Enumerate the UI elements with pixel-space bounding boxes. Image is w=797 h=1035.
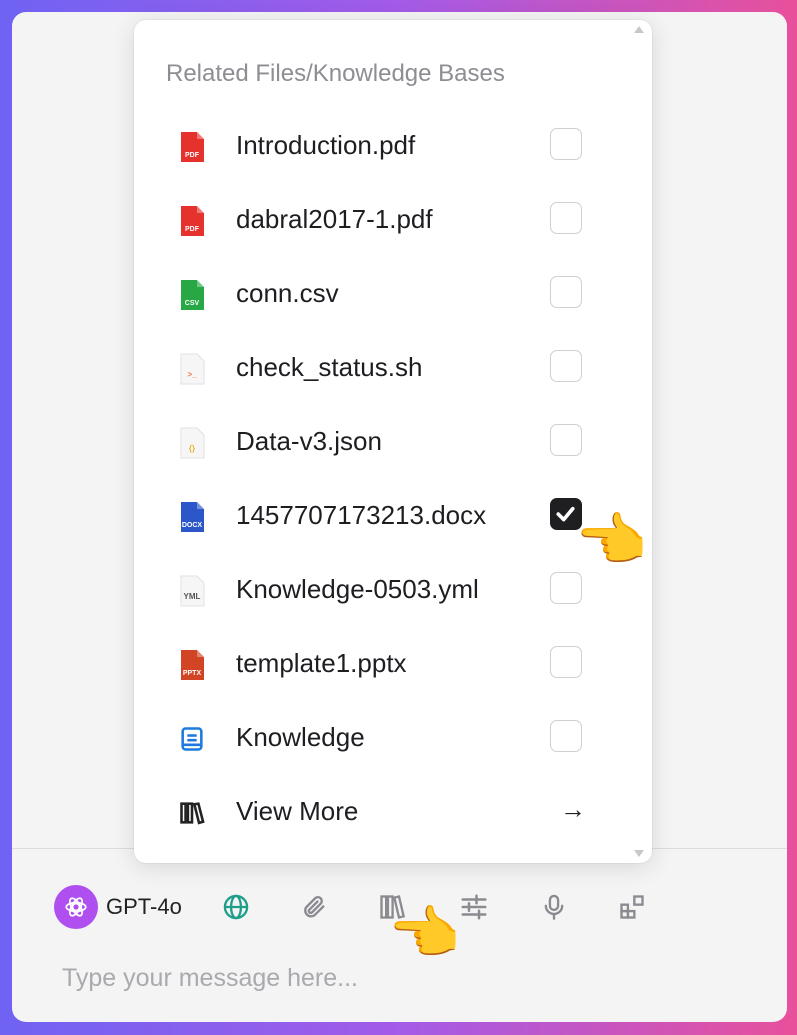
file-name: Knowledge-0503.yml — [236, 574, 479, 604]
file-checkbox[interactable] — [550, 202, 582, 234]
globe-icon[interactable] — [218, 889, 254, 925]
file-checkbox[interactable] — [550, 720, 582, 752]
json-file-icon: {} — [180, 427, 205, 459]
file-row[interactable]: PDF Introduction.pdf — [134, 116, 652, 176]
model-selector[interactable]: GPT-4o — [54, 885, 182, 929]
file-name: dabral2017-1.pdf — [236, 204, 433, 234]
svg-text:>_: >_ — [187, 370, 197, 379]
file-row[interactable]: >_ check_status.sh — [134, 338, 652, 398]
docx-file-icon: DOCX — [181, 502, 204, 532]
microphone-icon[interactable] — [536, 889, 572, 925]
openai-icon — [54, 885, 98, 929]
paperclip-icon[interactable] — [296, 889, 332, 925]
file-row[interactable]: PDF dabral2017-1.pdf — [134, 190, 652, 250]
apps-icon[interactable] — [614, 889, 650, 925]
pdf-file-icon: PDF — [181, 206, 204, 236]
svg-text:DOCX: DOCX — [182, 522, 203, 529]
file-checkbox[interactable] — [550, 276, 582, 308]
pdf-file-icon: PDF — [181, 132, 204, 162]
view-more-row[interactable]: View More → — [134, 782, 652, 842]
pptx-file-icon: PPTX — [181, 650, 204, 680]
file-name: Knowledge — [236, 722, 365, 752]
file-name: 1457707173213.docx — [236, 500, 487, 530]
sh-file-icon: >_ — [180, 353, 205, 385]
file-checkbox[interactable] — [550, 128, 582, 160]
svg-text:CSV: CSV — [185, 300, 200, 307]
file-checkbox[interactable] — [550, 572, 582, 604]
svg-text:YML: YML — [184, 592, 201, 601]
popup-title: Related Files/Knowledge Bases — [166, 60, 505, 87]
arrow-right-icon: → — [560, 794, 586, 824]
yml-file-icon: YML — [180, 575, 205, 607]
svg-text:PDF: PDF — [185, 226, 200, 233]
file-row[interactable]: CSV conn.csv — [134, 264, 652, 324]
file-checkbox[interactable] — [550, 646, 582, 678]
file-name: conn.csv — [236, 278, 339, 308]
svg-text:PPTX: PPTX — [183, 670, 202, 677]
svg-text:{}: {} — [189, 444, 195, 453]
related-files-popup: Related Files/Knowledge Bases PDF Introdu… — [134, 20, 652, 863]
file-name: template1.pptx — [236, 648, 407, 678]
file-name: check_status.sh — [236, 352, 423, 382]
sliders-icon[interactable] — [456, 889, 492, 925]
knowledge-base-icon — [181, 727, 203, 751]
csv-file-icon: CSV — [181, 280, 204, 310]
file-row[interactable]: PPTX template1.pptx — [134, 634, 652, 694]
library-icon — [180, 802, 205, 825]
scroll-down-arrow[interactable] — [634, 850, 644, 857]
file-checkbox[interactable] — [550, 424, 582, 456]
file-row[interactable]: {} Data-v3.json — [134, 412, 652, 472]
pointing-hand-icon: 👈 — [575, 508, 648, 573]
message-input[interactable]: Type your message here... — [62, 964, 358, 993]
view-more-label: View More — [236, 796, 359, 826]
scroll-up-arrow[interactable] — [634, 26, 644, 33]
svg-text:PDF: PDF — [185, 152, 200, 159]
file-row[interactable]: Knowledge — [134, 708, 652, 768]
pointing-hand-icon: 👈 — [388, 901, 461, 966]
file-name: Data-v3.json — [236, 426, 382, 456]
model-label: GPT-4o — [106, 894, 182, 919]
file-name: Introduction.pdf — [236, 130, 416, 160]
file-checkbox[interactable] — [550, 350, 582, 382]
